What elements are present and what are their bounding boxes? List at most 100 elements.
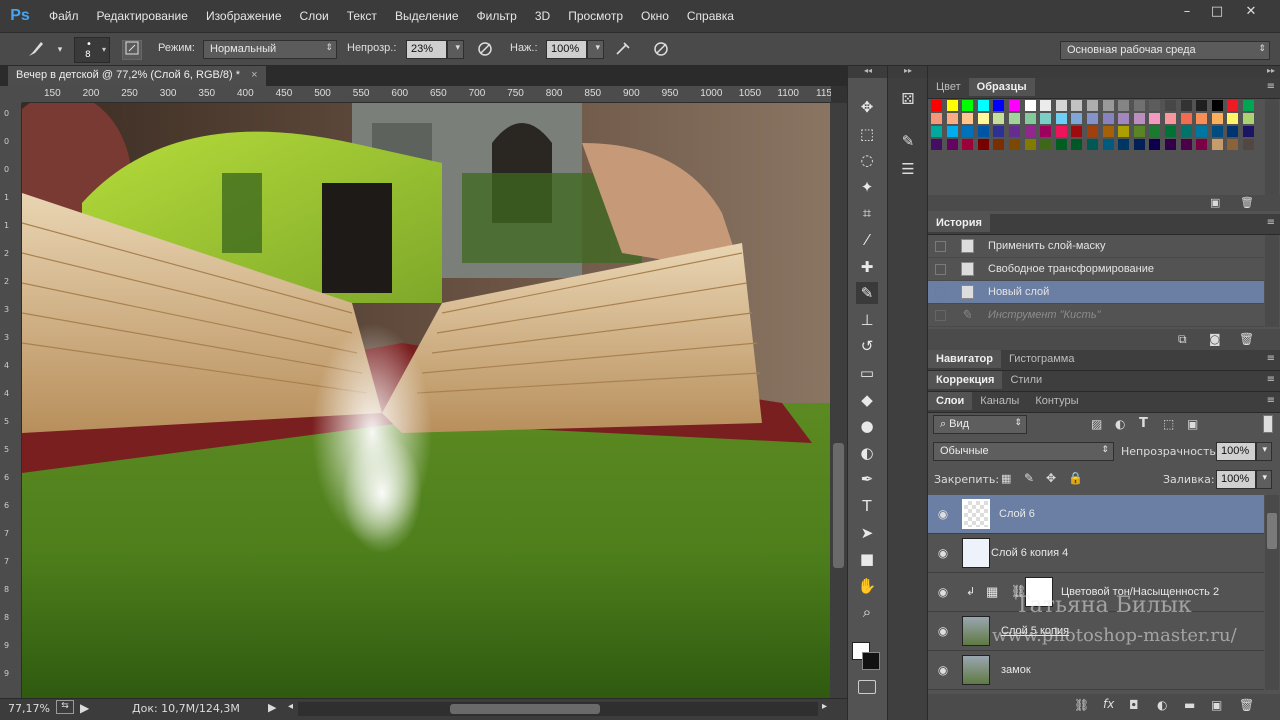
filter-adjustment-icon[interactable]: ◐ bbox=[1115, 417, 1125, 431]
quick-mask-icon[interactable] bbox=[858, 680, 876, 694]
color-swatch[interactable] bbox=[1040, 139, 1052, 150]
trash-icon[interactable]: 🗑 bbox=[1239, 698, 1254, 712]
layers-scroll-thumb[interactable] bbox=[1267, 513, 1277, 549]
menu-image[interactable]: Изображение bbox=[197, 9, 291, 23]
filter-smart-object-icon[interactable]: ▣ bbox=[1187, 417, 1198, 431]
add-mask-icon[interactable]: ◘ bbox=[1129, 698, 1139, 712]
tab-swatches[interactable]: Образцы bbox=[968, 78, 1035, 96]
color-swatch[interactable] bbox=[993, 126, 1005, 137]
visibility-eye-icon[interactable]: ◉ bbox=[936, 585, 950, 599]
brush-size-picker[interactable]: • 8 ▾ bbox=[74, 37, 110, 63]
menu-3d[interactable]: 3D bbox=[526, 9, 559, 23]
color-swatch[interactable] bbox=[931, 126, 942, 137]
color-swatch[interactable] bbox=[1024, 139, 1036, 150]
fill-dropdown[interactable]: ▾ bbox=[1256, 470, 1272, 489]
tab-paths[interactable]: Контуры bbox=[1027, 392, 1086, 410]
color-swatch[interactable] bbox=[1055, 139, 1067, 150]
history-item[interactable]: ✎ Инструмент "Кисть" bbox=[928, 304, 1264, 327]
opacity-dropdown[interactable]: ▾ bbox=[447, 40, 464, 59]
color-swatch[interactable] bbox=[1024, 126, 1036, 137]
path-select-icon[interactable]: ➤ bbox=[856, 522, 878, 544]
lock-transparency-icon[interactable]: ▦ bbox=[1001, 472, 1011, 485]
panel-menu-icon[interactable]: ≡ bbox=[1267, 81, 1275, 92]
close-tab-icon[interactable]: × bbox=[251, 69, 257, 81]
status-menu-arrow-icon[interactable]: ▶ bbox=[268, 701, 276, 714]
zoom-icon[interactable]: ⌕ bbox=[856, 601, 878, 623]
color-swatch[interactable] bbox=[1165, 100, 1176, 111]
menu-type[interactable]: Текст bbox=[338, 9, 386, 23]
layer-name[interactable]: Слой 6 копия 4 bbox=[991, 547, 1068, 559]
color-swatch[interactable] bbox=[946, 113, 958, 124]
tab-histogram[interactable]: Гистограмма bbox=[1001, 350, 1083, 368]
document-tab[interactable]: Вечер в детской @ 77,2% (Слой 6, RGB/8) … bbox=[8, 66, 266, 86]
history-item[interactable]: Применить слой-маску bbox=[928, 235, 1264, 258]
adjustments-panel-icon[interactable]: ☰ bbox=[898, 160, 918, 182]
color-swatch[interactable] bbox=[1227, 100, 1239, 111]
horizontal-scroll-thumb[interactable] bbox=[450, 704, 600, 714]
type-icon[interactable]: T bbox=[856, 495, 878, 517]
layer-filter-select[interactable]: ⌕ Вид ⇕ bbox=[933, 415, 1027, 434]
history-checkbox[interactable] bbox=[935, 264, 946, 275]
eraser-icon[interactable]: ▭ bbox=[856, 362, 878, 384]
scroll-right-icon[interactable]: ▸ bbox=[822, 701, 827, 712]
stamp-icon[interactable]: ⊥ bbox=[856, 309, 878, 331]
menu-edit[interactable]: Редактирование bbox=[88, 9, 197, 23]
layer-style-fx-icon[interactable]: fx bbox=[1103, 697, 1114, 711]
brush-icon[interactable]: ✎ bbox=[856, 282, 878, 305]
new-swatch-icon[interactable]: ▣ bbox=[1210, 196, 1220, 209]
history-brush-icon[interactable]: ↺ bbox=[856, 335, 878, 357]
color-swatch[interactable] bbox=[1133, 126, 1145, 137]
color-swatch[interactable] bbox=[1165, 126, 1176, 137]
bucket-icon[interactable]: ◆ bbox=[856, 389, 878, 411]
new-group-folder-icon[interactable]: ▬ bbox=[1184, 698, 1195, 712]
layer-opacity-input[interactable]: 100% bbox=[1216, 442, 1256, 461]
color-swatch[interactable] bbox=[1102, 139, 1114, 150]
color-swatch[interactable] bbox=[1211, 113, 1223, 124]
color-swatch[interactable] bbox=[1149, 100, 1161, 111]
scroll-left-icon[interactable]: ◂ bbox=[288, 701, 293, 712]
color-swatch[interactable] bbox=[1118, 100, 1130, 111]
color-swatch[interactable] bbox=[1227, 113, 1239, 124]
history-panel-icon[interactable]: ⚄ bbox=[898, 90, 918, 112]
panel-menu-icon[interactable]: ≡ bbox=[1267, 217, 1275, 228]
color-swatch[interactable] bbox=[1133, 100, 1145, 111]
snapshot-camera-icon[interactable]: ◙ bbox=[1209, 332, 1221, 346]
blend-mode-select[interactable]: Обычные ⇕ bbox=[933, 442, 1114, 461]
healing-icon[interactable]: ✚ bbox=[856, 256, 878, 278]
visibility-eye-icon[interactable]: ◉ bbox=[936, 663, 950, 677]
eyedropper-icon[interactable]: ⁄ bbox=[856, 229, 878, 251]
brush-preset-dropdown-icon[interactable]: ▾ bbox=[50, 40, 70, 60]
maximize-button[interactable]: □ bbox=[1202, 4, 1232, 20]
color-swatch[interactable] bbox=[1009, 139, 1020, 150]
color-swatch[interactable] bbox=[1211, 126, 1223, 137]
visibility-eye-icon[interactable]: ◉ bbox=[936, 507, 950, 521]
lock-position-icon[interactable]: ✥ bbox=[1046, 471, 1056, 485]
shape-icon[interactable]: ■ bbox=[856, 548, 878, 570]
fill-input[interactable]: 100% bbox=[1216, 470, 1256, 489]
color-swatch[interactable] bbox=[931, 100, 942, 111]
new-document-from-state-icon[interactable]: ⧉ bbox=[1178, 332, 1187, 347]
tab-adjustments[interactable]: Коррекция bbox=[928, 371, 1003, 389]
color-swatch[interactable] bbox=[1227, 139, 1239, 150]
color-swatch[interactable] bbox=[1071, 100, 1083, 111]
history-checkbox[interactable] bbox=[935, 310, 946, 321]
tab-layers[interactable]: Слои bbox=[928, 392, 973, 410]
pen-icon[interactable]: ✒ bbox=[856, 468, 878, 490]
color-swatch[interactable] bbox=[1149, 113, 1161, 124]
color-swatch[interactable] bbox=[962, 113, 974, 124]
tab-history[interactable]: История bbox=[928, 214, 990, 232]
close-window-button[interactable]: ✕ bbox=[1236, 4, 1266, 20]
color-swatch[interactable] bbox=[1165, 113, 1176, 124]
color-swatch[interactable] bbox=[1133, 139, 1145, 150]
layer-name[interactable]: Слой 6 bbox=[999, 508, 1035, 520]
collapse-panels-icon[interactable]: ▸▸ bbox=[928, 66, 1280, 78]
color-swatch[interactable] bbox=[1243, 113, 1254, 124]
color-swatch[interactable] bbox=[962, 139, 974, 150]
magic-wand-icon[interactable]: ✦ bbox=[856, 176, 878, 198]
color-swatch[interactable] bbox=[946, 100, 958, 111]
color-swatch[interactable] bbox=[993, 139, 1005, 150]
color-swatch[interactable] bbox=[1118, 113, 1130, 124]
color-swatch[interactable] bbox=[1087, 139, 1098, 150]
color-swatch[interactable] bbox=[1118, 139, 1130, 150]
color-swatch[interactable] bbox=[962, 126, 974, 137]
